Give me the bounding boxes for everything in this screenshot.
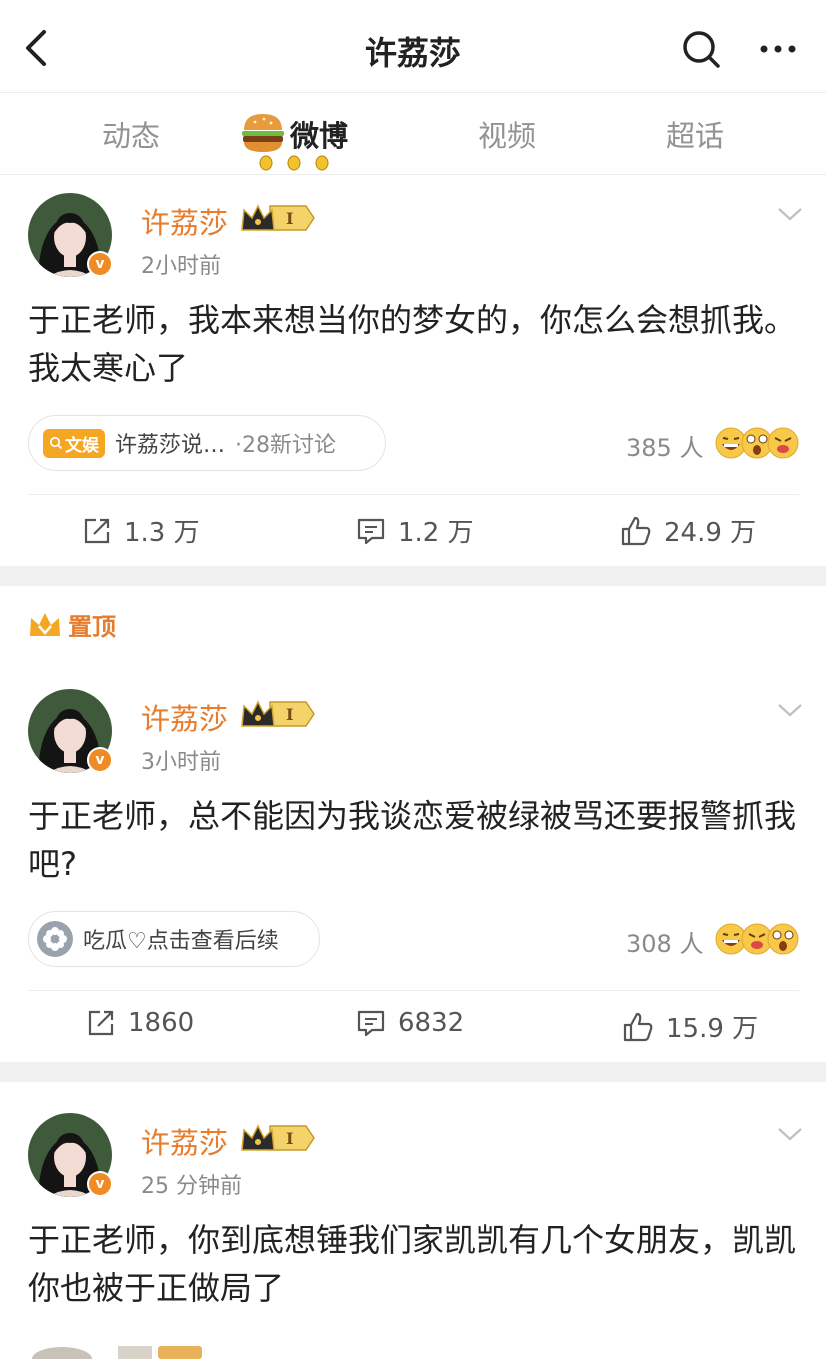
reaction-count: 385 人 [626, 434, 704, 462]
repost-button[interactable]: 1860 [86, 1008, 194, 1038]
repost-count: 1.3 万 [124, 518, 200, 548]
tab-supertopic[interactable]: 超话 [666, 113, 724, 155]
topic-title: 许荔莎说… [115, 433, 226, 458]
repost-icon [88, 1010, 114, 1036]
flower-icon [37, 921, 73, 957]
comment-icon [357, 1010, 385, 1037]
repost-button[interactable]: 1.3 万 [82, 512, 200, 549]
author-name[interactable]: 许荔莎 [141, 696, 228, 738]
divider-line [28, 990, 799, 991]
more-icon[interactable] [757, 28, 799, 70]
chevron-down-icon[interactable] [776, 204, 804, 224]
emoji-reactions[interactable] [714, 426, 800, 460]
reaction-count: 308 人 [626, 930, 704, 958]
repost-icon [84, 518, 110, 543]
verified-icon: v [87, 251, 113, 277]
post-text: 于正老师，我本来想当你的梦女的，你怎么会想抓我。我太寒心了 [28, 301, 797, 387]
comment-count: 1.2 万 [398, 518, 474, 548]
emoji-reactions[interactable] [714, 922, 800, 956]
embedded-content-peek [32, 1346, 202, 1359]
pinned-label: 置顶 [68, 613, 116, 641]
crown-level-badge[interactable]: I [240, 698, 316, 730]
svg-text:I: I [286, 1129, 293, 1148]
topic-title: 吃瓜♡点击查看后续 [83, 929, 279, 954]
verified-icon: v [87, 747, 113, 773]
verified-icon: v [87, 1171, 113, 1197]
divider-line [28, 494, 799, 495]
feed-divider [0, 1062, 826, 1082]
crown-level-badge[interactable]: I [240, 1122, 316, 1154]
like-count: 24.9 万 [664, 518, 757, 548]
feed-divider [0, 566, 826, 586]
chevron-down-icon[interactable] [776, 700, 804, 720]
like-button[interactable]: 24.9 万 [620, 512, 756, 549]
search-icon[interactable] [680, 28, 722, 70]
post-card[interactable]: v 许荔莎 I 2小时前 于正老师，我本来想当你的梦女的，你怎么会想抓我。我太寒… [0, 176, 826, 566]
burger-icon [242, 114, 284, 152]
like-count: 15.9 万 [666, 1014, 759, 1044]
post-time: 3小时前 [141, 750, 221, 775]
pinned-indicator: 置顶 [28, 607, 116, 642]
topic-tag: 文娱 [43, 428, 105, 458]
nav-bar: 许荔莎 [0, 0, 826, 93]
author-name[interactable]: 许荔莎 [141, 200, 228, 242]
post-time: 2小时前 [141, 254, 221, 279]
tab-video[interactable]: 视频 [478, 113, 536, 155]
coins-icon [259, 155, 329, 171]
chevron-down-icon[interactable] [776, 1124, 804, 1144]
svg-text:I: I [286, 209, 293, 228]
svg-text:I: I [286, 705, 293, 724]
post-text: 于正老师，你到底想锤我们家凯凯有几个女朋友，凯凯你也被于正做局了 [28, 1221, 797, 1307]
profile-tabs: 动态 微博 视频 超话 [0, 93, 826, 175]
search-icon [49, 436, 63, 450]
like-icon [621, 516, 651, 545]
comment-button[interactable]: 6832 [356, 1008, 464, 1038]
tab-weibo[interactable]: 微博 [290, 113, 348, 155]
like-icon [623, 1012, 653, 1041]
repost-count: 1860 [128, 1008, 195, 1038]
topic-discussion-count: ·28新讨论 [235, 433, 337, 458]
pin-crown-icon [30, 612, 60, 636]
comment-icon [357, 518, 385, 544]
crown-level-badge[interactable]: I [240, 202, 316, 234]
topic-chip[interactable]: 吃瓜♡点击查看后续 [28, 911, 320, 967]
comment-button[interactable]: 1.2 万 [356, 512, 474, 549]
comment-count: 6832 [398, 1008, 465, 1038]
post-time: 25 分钟前 [141, 1174, 242, 1199]
like-button[interactable]: 15.9 万 [622, 1008, 758, 1045]
author-name[interactable]: 许荔莎 [141, 1120, 228, 1162]
tab-dynamic[interactable]: 动态 [102, 113, 160, 155]
post-text: 于正老师，总不能因为我谈恋爱被绿被骂还要报警抓我吧? [28, 797, 797, 883]
topic-chip[interactable]: 文娱 许荔莎说… ·28新讨论 [28, 415, 386, 471]
